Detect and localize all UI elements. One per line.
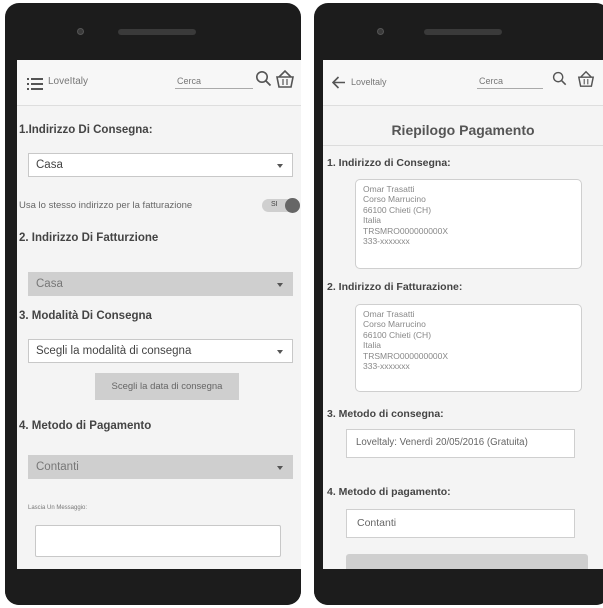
chevron-down-icon — [277, 466, 283, 470]
address-line: Corso Marrucino — [363, 194, 426, 205]
shipping-address-value: Casa — [36, 159, 63, 171]
speaker — [118, 29, 196, 35]
camera — [377, 28, 384, 35]
app-bar: LoveItaly Cerca — [17, 60, 301, 106]
summary-payment-heading: 4. Metodo di pagamento: — [327, 486, 451, 498]
billing-address-select[interactable]: Casa — [28, 272, 293, 296]
payment-method-heading: 4. Metodo di Pagamento — [19, 420, 152, 432]
basket-icon[interactable] — [577, 70, 595, 93]
summary-delivery-heading: 3. Metodo di consegna: — [327, 408, 444, 420]
speaker — [424, 29, 502, 35]
page-title: Riepilogo Pagamento — [391, 122, 535, 138]
billing-address-value: Casa — [36, 278, 63, 290]
message-textarea[interactable] — [35, 525, 281, 557]
delivery-mode-select[interactable]: Scegli la modalità di consegna — [28, 339, 293, 363]
brand-title[interactable]: Loveltaly — [351, 77, 387, 87]
billing-address-heading: 2. Indirizzo Di Fatturzione — [19, 232, 159, 244]
address-line: Omar Trasatti — [363, 309, 415, 319]
shipping-address-select[interactable]: Casa — [28, 153, 293, 177]
app-bar: Loveltaly Cerca — [323, 60, 603, 106]
menu-icon[interactable] — [27, 77, 43, 95]
chevron-down-icon — [277, 164, 283, 168]
phone-bottom-bar — [5, 569, 301, 605]
address-line: Corso Marrucino — [363, 319, 426, 330]
toggle-label: SI — [271, 201, 278, 208]
chevron-down-icon — [277, 283, 283, 287]
summary-delivery-value: Loveltaly: Venerdì 20/05/2016 (Gratuita) — [346, 429, 575, 458]
delivery-mode-value: Scegli la modalità di consegna — [36, 345, 192, 357]
same-address-label: Usa lo stesso indirizzo per la fatturazi… — [19, 200, 193, 211]
checkout-screen: LoveItaly Cerca 1.Indirizzo Di Consegna:… — [17, 60, 301, 569]
back-arrow-icon[interactable] — [331, 76, 346, 94]
summary-billing-address: Omar Trasatti Corso Marrucino 66100 Chie… — [355, 304, 582, 392]
summary-payment-value: Contanti — [346, 509, 575, 538]
address-line: 66100 Chieti (CH) — [363, 329, 432, 340]
toggle-knob — [285, 198, 300, 213]
address-line: 333-xxxxxxx — [363, 361, 410, 372]
brand-title[interactable]: LoveItaly — [48, 76, 88, 87]
search-icon[interactable] — [255, 70, 272, 92]
payment-method-value: Contanti — [36, 461, 79, 473]
search-input[interactable]: Cerca — [477, 73, 543, 89]
payment-summary-screen: Loveltaly Cerca Riepilogo Pagamento 1. I… — [323, 60, 603, 569]
title-divider — [323, 145, 603, 146]
shipping-address-heading: 1.Indirizzo Di Consegna: — [19, 124, 153, 136]
address-line: Italia — [363, 215, 381, 226]
same-address-toggle[interactable]: SI — [262, 198, 300, 213]
phone-frame-right: Loveltaly Cerca Riepilogo Pagamento 1. I… — [314, 3, 603, 605]
summary-billing-heading: 2. Indirizzo di Fatturazione: — [327, 281, 463, 293]
address-line: Italia — [363, 340, 381, 351]
basket-icon[interactable] — [275, 69, 295, 94]
chevron-down-icon — [277, 350, 283, 354]
summary-shipping-heading: 1. Indirizzo di Consegna: — [327, 157, 451, 169]
address-line: TRSMRO000000000X — [363, 350, 449, 361]
camera — [77, 28, 84, 35]
delivery-mode-heading: 3. Modalità Di Consegna — [19, 310, 152, 322]
address-line: 66100 Chieti (CH) — [363, 204, 432, 215]
search-input[interactable]: Cerca — [175, 73, 253, 89]
summary-shipping-address: Omar Trasatti Corso Marrucino 66100 Chie… — [355, 179, 582, 269]
message-label: Lascia Un Messaggio: — [28, 505, 88, 511]
payment-method-select[interactable]: Contanti — [28, 455, 293, 479]
address-line: Omar Trasatti — [363, 184, 415, 194]
confirm-button[interactable] — [346, 554, 588, 569]
phone-bottom-bar — [314, 569, 603, 605]
choose-delivery-date-button[interactable]: Scegli la data di consegna — [95, 373, 239, 400]
search-icon[interactable] — [552, 71, 567, 91]
address-line: 333-xxxxxxx — [363, 236, 410, 247]
address-line: TRSMRO000000000X — [363, 225, 449, 236]
phone-frame-left: LoveItaly Cerca 1.Indirizzo Di Consegna:… — [5, 3, 301, 605]
